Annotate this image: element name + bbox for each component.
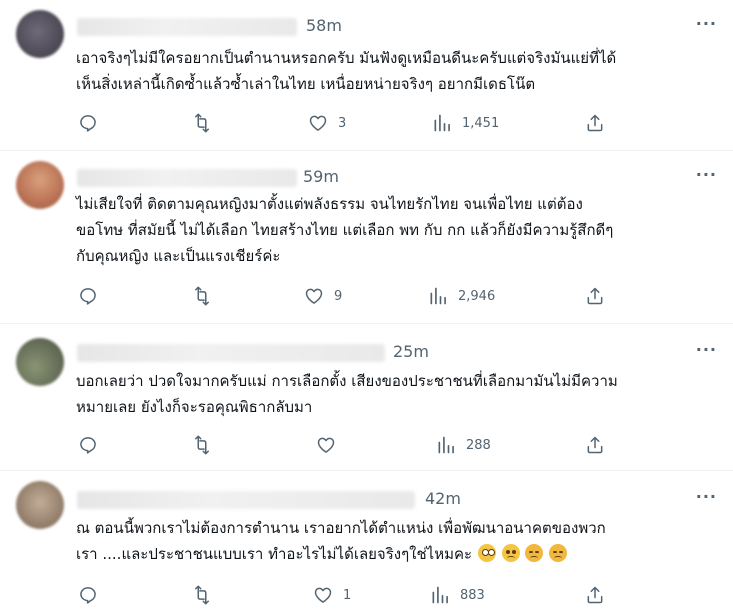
views-icon	[438, 436, 454, 454]
timestamp[interactable]: 59m	[303, 167, 339, 186]
views-button[interactable]: 1,451	[432, 111, 499, 135]
tweet-text-line: เรา ....และประชาชนแบบเรา ทำอะไรไม่ได้เลย…	[76, 541, 721, 567]
blurred-username[interactable]	[77, 169, 297, 187]
steam-face-emoji	[549, 544, 568, 562]
like-button[interactable]: 1	[313, 583, 351, 607]
reply-icon	[80, 587, 96, 604]
views-button[interactable]: 288	[436, 433, 491, 457]
views-icon	[434, 114, 450, 132]
tweet-actions: 9 2,946	[76, 284, 616, 308]
blurred-username[interactable]	[77, 344, 385, 362]
like-button[interactable]	[316, 433, 336, 457]
like-button[interactable]: 9	[304, 284, 342, 308]
tweet-text: บอกเลยว่า ปวดใจมากครับแม่ การเลือกตั้ง เ…	[76, 368, 721, 420]
heart-icon	[309, 115, 327, 131]
more-dots-icon[interactable]: ···	[696, 487, 717, 506]
tweet-text: ไม่เสียใจที่ ติดตามคุณหญิงมาตั้งแต่พลังธ…	[76, 191, 721, 269]
share-icon	[587, 114, 603, 132]
heart-icon	[314, 587, 332, 603]
views-button[interactable]: 883	[430, 583, 485, 607]
tweet[interactable]: 25m ··· บอกเลยว่า ปวดใจมากครับแม่ การเลื…	[0, 324, 733, 471]
share-button[interactable]	[585, 583, 605, 607]
views-count: 1,451	[462, 115, 500, 131]
avatar[interactable]	[16, 338, 64, 386]
tweet-text-line: ไม่เสียใจที่ ติดตามคุณหญิงมาตั้งแต่พลังธ…	[76, 195, 583, 213]
views-icon	[430, 287, 446, 305]
tweet-text-line: ณ ตอนนี้พวกเราไม่ต้องการตำนาน เราอยากได้…	[76, 519, 606, 537]
retweet-icon	[195, 113, 209, 133]
retweet-button[interactable]	[192, 583, 212, 607]
reply-button[interactable]	[78, 284, 98, 308]
retweet-button[interactable]	[192, 111, 212, 135]
blurred-username[interactable]	[77, 18, 297, 36]
reply-button[interactable]	[78, 111, 98, 135]
like-button[interactable]: 3	[308, 111, 346, 135]
tweet[interactable]: 42m ··· ณ ตอนนี้พวกเราไม่ต้องการตำนาน เร…	[0, 471, 733, 614]
tweet[interactable]: 59m ··· ไม่เสียใจที่ ติดตามคุณหญิงมาตั้ง…	[0, 151, 733, 324]
more-dots-icon[interactable]: ···	[696, 165, 717, 184]
share-button[interactable]	[585, 433, 605, 457]
timestamp[interactable]: 42m	[425, 489, 461, 508]
tweet-actions: 288	[76, 433, 616, 457]
more-dots-icon[interactable]: ···	[696, 340, 717, 359]
more-dots-icon[interactable]: ···	[696, 14, 717, 33]
tweet-text: เอาจริงๆไม่มีใครอยากเป็นตำนานหรอกครับ มั…	[76, 45, 721, 97]
tweet-text-line: เอาจริงๆไม่มีใครอยากเป็นตำนานหรอกครับ มั…	[76, 49, 617, 67]
like-count: 9	[334, 288, 343, 304]
share-icon	[587, 436, 603, 454]
tweet-text-line: หมายเลย ยังไงก็จะรอคุณพิธากลับมา	[76, 398, 313, 416]
blurred-username[interactable]	[77, 491, 415, 509]
retweet-icon	[195, 585, 209, 605]
reply-icon	[80, 115, 96, 132]
views-count: 2,946	[458, 288, 496, 304]
tweet-text-line: เห็นสิ่งเหล่านี้เกิดซ้ำแล้วซ้ำเล่าในไทย …	[76, 75, 536, 93]
reply-button[interactable]	[78, 583, 98, 607]
tweet[interactable]: 58m ··· เอาจริงๆไม่มีใครอยากเป็นตำนานหรอ…	[0, 0, 733, 151]
reply-icon	[80, 437, 96, 454]
tweet-text-line: ขอโทษ ที่สมัยนี้ ไม่ได้เลือก ไทยสร้างไทย…	[76, 221, 614, 239]
tweet-text-line-text: เรา ....และประชาชนแบบเรา ทำอะไรไม่ได้เลย…	[76, 545, 473, 563]
avatar[interactable]	[16, 161, 64, 209]
avatar[interactable]	[16, 481, 64, 529]
avatar[interactable]	[16, 10, 64, 58]
tweet-text-line: กับคุณหญิง และเป็นแรงเชียร์ค่ะ	[76, 247, 281, 265]
tweet-actions: 3 1,451	[76, 111, 616, 135]
views-icon	[432, 586, 448, 604]
like-count: 1	[343, 587, 352, 603]
reply-button[interactable]	[78, 433, 98, 457]
retweet-icon	[195, 435, 209, 455]
retweet-button[interactable]	[192, 433, 212, 457]
tweet-actions: 1 883	[76, 583, 616, 607]
pleading-face-emoji	[477, 544, 496, 562]
sad-face-emoji	[501, 544, 520, 562]
retweet-icon	[195, 286, 209, 306]
share-icon	[587, 586, 603, 604]
steam-face-emoji	[525, 544, 544, 562]
share-icon	[587, 287, 603, 305]
retweet-button[interactable]	[192, 284, 212, 308]
timestamp[interactable]: 58m	[306, 16, 342, 35]
tweet-text: ณ ตอนนี้พวกเราไม่ต้องการตำนาน เราอยากได้…	[76, 515, 721, 567]
timestamp[interactable]: 25m	[393, 342, 429, 361]
heart-icon	[305, 288, 323, 304]
tweet-text-line: บอกเลยว่า ปวดใจมากครับแม่ การเลือกตั้ง เ…	[76, 372, 618, 390]
views-count: 288	[466, 437, 491, 453]
share-button[interactable]	[585, 111, 605, 135]
like-count: 3	[338, 115, 347, 131]
views-button[interactable]: 2,946	[428, 284, 495, 308]
views-count: 883	[460, 587, 485, 603]
share-button[interactable]	[585, 284, 605, 308]
heart-icon	[317, 437, 335, 453]
reply-icon	[80, 288, 96, 305]
